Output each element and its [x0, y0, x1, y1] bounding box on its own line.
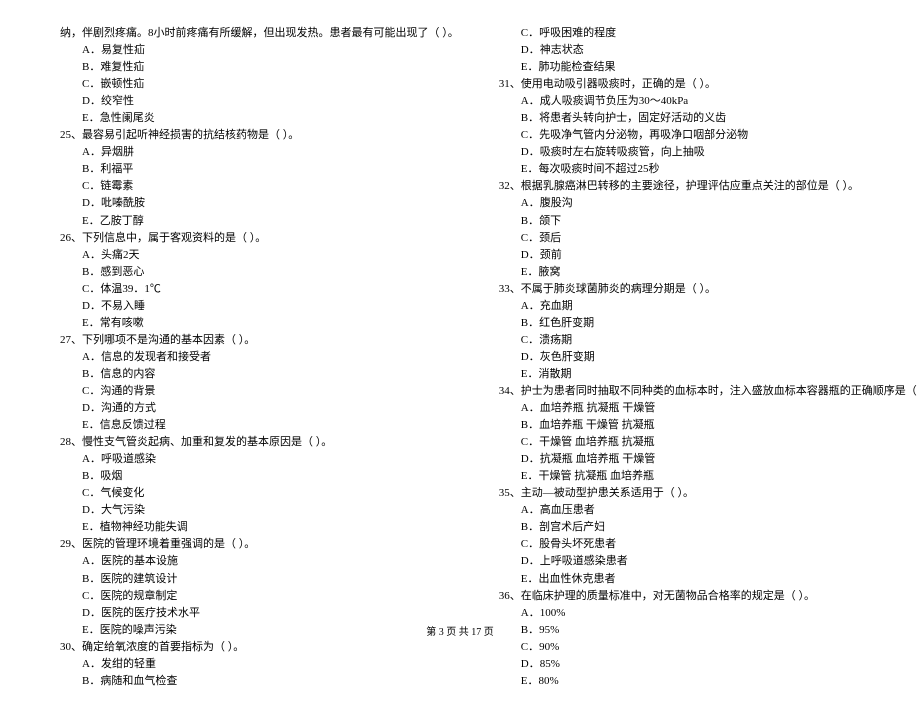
q24-option: A．易复性疝	[60, 42, 459, 59]
q34-option: D．抗凝瓶 血培养瓶 干燥管	[499, 451, 920, 468]
q36-option: D．85%	[499, 656, 920, 673]
q30-option: B．病随和血气检查	[60, 673, 459, 690]
q33-stem: 33、不属于肺炎球菌肺炎的病理分期是（ ）。	[499, 281, 920, 298]
q27-option: A．信息的发现者和接受者	[60, 349, 459, 366]
q31-option: B．将患者头转向护士，固定好活动的义齿	[499, 110, 920, 127]
q26-option: E．常有咳嗽	[60, 315, 459, 332]
q32-option: C．颈后	[499, 230, 920, 247]
q26-option: D．不易入睡	[60, 298, 459, 315]
q25-option: D．吡嗪酰胺	[60, 195, 459, 212]
q36-option: C．90%	[499, 639, 920, 656]
q27-option: E．信息反馈过程	[60, 417, 459, 434]
page-footer: 第 3 页 共 17 页	[0, 625, 920, 641]
q27-option: B．信息的内容	[60, 366, 459, 383]
q32-option: E．腋窝	[499, 264, 920, 281]
q33-option: D．灰色肝变期	[499, 349, 920, 366]
q36-stem: 36、在临床护理的质量标准中，对无菌物品合格率的规定是（ ）。	[499, 588, 920, 605]
q31-stem: 31、使用电动吸引器吸痰时，正确的是（ ）。	[499, 76, 920, 93]
q30-option: E．肺功能检查结果	[499, 59, 920, 76]
q33-option: E．消散期	[499, 366, 920, 383]
q24-option: E．急性阑尾炎	[60, 110, 459, 127]
q36-option: E．80%	[499, 673, 920, 690]
q31-option: D．吸痰时左右旋转吸痰管，向上抽吸	[499, 144, 920, 161]
q24-option: B．难复性疝	[60, 59, 459, 76]
q29-option: D．医院的医疗技术水平	[60, 605, 459, 622]
q25-option: C．链霉素	[60, 178, 459, 195]
right-column: C．呼吸困难的程度 D．神志状态 E．肺功能检查结果 31、使用电动吸引器吸痰时…	[479, 25, 920, 690]
q33-option: A．充血期	[499, 298, 920, 315]
q28-option: A．呼吸道感染	[60, 451, 459, 468]
left-column: 纳，伴剧烈疼痛。8小时前疼痛有所缓解，但出现发热。患者最有可能出现了（ ）。 A…	[40, 25, 479, 690]
q28-stem: 28、慢性支气管炎起病、加重和复发的基本原因是（ ）。	[60, 434, 459, 451]
q35-option: C．股骨头坏死患者	[499, 536, 920, 553]
q28-option: B．吸烟	[60, 468, 459, 485]
q35-option: D．上呼吸道感染患者	[499, 553, 920, 570]
q26-stem: 26、下列信息中，属于客观资料的是（ ）。	[60, 230, 459, 247]
q29-stem: 29、医院的管理环境着重强调的是（ ）。	[60, 536, 459, 553]
q25-option: E．乙胺丁醇	[60, 213, 459, 230]
q27-option: D．沟通的方式	[60, 400, 459, 417]
q32-stem: 32、根据乳腺癌淋巴转移的主要途径，护理评估应重点关注的部位是（ ）。	[499, 178, 920, 195]
q25-stem: 25、最容易引起听神经损害的抗结核药物是（ ）。	[60, 127, 459, 144]
q36-option: A．100%	[499, 605, 920, 622]
q35-option: B．剖宫术后产妇	[499, 519, 920, 536]
q33-option: B．红色肝变期	[499, 315, 920, 332]
q24-option: D．绞窄性	[60, 93, 459, 110]
q33-option: C．溃疡期	[499, 332, 920, 349]
page-content: 纳，伴剧烈疼痛。8小时前疼痛有所缓解，但出现发热。患者最有可能出现了（ ）。 A…	[0, 0, 920, 720]
q34-option: A．血培养瓶 抗凝瓶 干燥管	[499, 400, 920, 417]
q28-option: C．气候变化	[60, 485, 459, 502]
q34-option: C．干燥管 血培养瓶 抗凝瓶	[499, 434, 920, 451]
q30-option: D．神志状态	[499, 42, 920, 59]
q30-option: A．发绀的轻重	[60, 656, 459, 673]
q27-stem: 27、下列哪项不是沟通的基本因素（ ）。	[60, 332, 459, 349]
q35-option: A．高血压患者	[499, 502, 920, 519]
q25-option: B．利福平	[60, 161, 459, 178]
q32-option: A．腹股沟	[499, 195, 920, 212]
q30-stem: 30、确定给氧浓度的首要指标为（ ）。	[60, 639, 459, 656]
q29-option: B．医院的建筑设计	[60, 571, 459, 588]
q35-stem: 35、主动—被动型护患关系适用于（ ）。	[499, 485, 920, 502]
q34-option: E．干燥管 抗凝瓶 血培养瓶	[499, 468, 920, 485]
q26-option: C．体温39．1℃	[60, 281, 459, 298]
q26-option: B．感到恶心	[60, 264, 459, 281]
q32-option: B．颌下	[499, 213, 920, 230]
q26-option: A．头痛2天	[60, 247, 459, 264]
q31-option: E．每次吸痰时间不超过25秒	[499, 161, 920, 178]
q24-continuation: 纳，伴剧烈疼痛。8小时前疼痛有所缓解，但出现发热。患者最有可能出现了（ ）。	[60, 25, 459, 42]
q32-option: D．颈前	[499, 247, 920, 264]
q24-option: C．嵌顿性疝	[60, 76, 459, 93]
q31-option: C．先吸净气管内分泌物，再吸净口咽部分泌物	[499, 127, 920, 144]
q34-option: B．血培养瓶 干燥管 抗凝瓶	[499, 417, 920, 434]
q29-option: C．医院的规章制定	[60, 588, 459, 605]
q31-option: A．成人吸痰调节负压为30～40kPa	[499, 93, 920, 110]
q27-option: C．沟通的背景	[60, 383, 459, 400]
q28-option: E．植物神经功能失调	[60, 519, 459, 536]
q28-option: D．大气污染	[60, 502, 459, 519]
q29-option: A．医院的基本设施	[60, 553, 459, 570]
q35-option: E．出血性休克患者	[499, 571, 920, 588]
q34-stem: 34、护士为患者同时抽取不同种类的血标本时，注入盛放血标本容器瓶的正确顺序是（ …	[499, 383, 920, 400]
q30-option: C．呼吸困难的程度	[499, 25, 920, 42]
q25-option: A．异烟肼	[60, 144, 459, 161]
